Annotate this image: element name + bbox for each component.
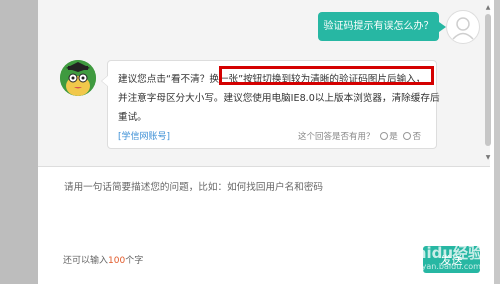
char-count: 还可以输入100个字 xyxy=(63,253,143,266)
chat-scrollbar[interactable]: ▲ ▼ xyxy=(484,4,492,162)
user-avatar-icon xyxy=(446,10,480,44)
answer-card: 建议您点击“看不清？换一张”按钮切换到较为清晰的验证码图片后输入， 并注意字母区… xyxy=(101,60,440,149)
char-count-value: 100 xyxy=(108,256,126,266)
answer-line-2: 并注意字母区分大小写。建议您使用电脑IE8.0以上版本浏览器，清除缓存后 xyxy=(118,93,440,104)
no-radio[interactable] xyxy=(403,132,412,140)
user-message-bubble: 验证码提示有误怎么办？ xyxy=(318,12,446,41)
scroll-up-icon[interactable]: ▲ xyxy=(484,4,492,12)
watermark-url: jingyan.baidu.com xyxy=(407,262,481,271)
helpful-question: 这个回答是否有用？ xyxy=(298,132,375,142)
helpful-feedback: 这个回答是否有用？ 是 否 xyxy=(298,130,421,142)
answer-line-3: 重试。 xyxy=(118,112,147,123)
no-label[interactable]: 否 xyxy=(412,132,421,142)
baidu-watermark: Baidu经验 jingyan.baidu.com xyxy=(392,244,496,280)
bot-avatar-icon xyxy=(60,60,96,96)
watermark-brand: Baidu经验 xyxy=(404,244,484,262)
source-link[interactable]: [学信网账号] xyxy=(118,129,170,142)
right-gray-margin xyxy=(494,0,500,284)
char-count-suffix: 个字 xyxy=(125,256,144,266)
scroll-down-icon[interactable]: ▼ xyxy=(484,154,492,162)
highlight-box xyxy=(219,66,434,85)
yes-label[interactable]: 是 xyxy=(389,132,398,142)
left-gray-margin xyxy=(0,0,38,284)
char-count-prefix: 还可以输入 xyxy=(63,256,109,266)
scroll-thumb[interactable] xyxy=(485,14,491,146)
yes-radio[interactable] xyxy=(380,132,389,140)
